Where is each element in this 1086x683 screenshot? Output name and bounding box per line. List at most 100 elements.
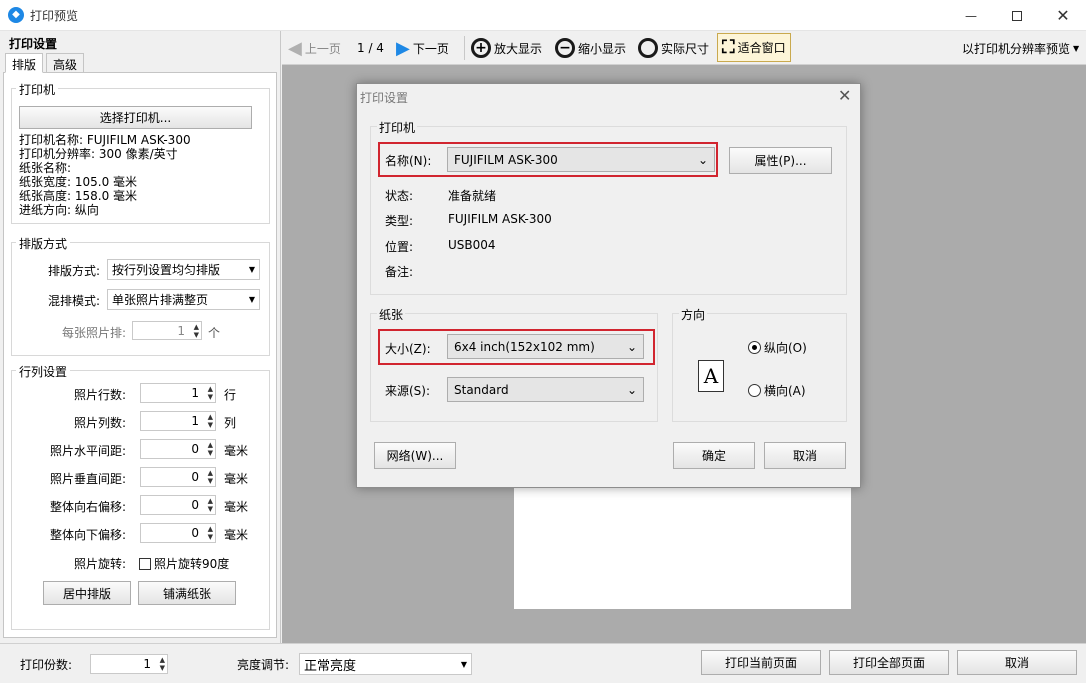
actual-size-button[interactable]: 实际尺寸 bbox=[638, 35, 709, 61]
chevron-down-icon: ⌄ bbox=[697, 152, 708, 167]
printer-info: 打印机名称: FUJIFILM ASK-300 打印机分辨率: 300 像素/英… bbox=[19, 133, 191, 217]
offset-right-unit: 毫米 bbox=[224, 500, 249, 514]
fit-window-button[interactable]: ⛶ 适合窗口 bbox=[717, 33, 791, 62]
per-photo-label: 每张照片排: bbox=[61, 326, 126, 340]
chevron-down-icon: ⌄ bbox=[626, 382, 637, 397]
tab-advanced[interactable]: 高级 bbox=[46, 53, 85, 73]
landscape-radio[interactable]: 横向(A) bbox=[748, 382, 806, 399]
layout-group-label: 排版方式 bbox=[16, 235, 71, 252]
offset-down-stepper[interactable]: 0 ▲ ▼ bbox=[140, 523, 216, 543]
rows-unit: 行 bbox=[224, 388, 237, 402]
maximize-button[interactable] bbox=[994, 0, 1040, 31]
stepper-arrows-icon: ▲ ▼ bbox=[207, 385, 213, 401]
per-photo-value: 1 bbox=[177, 323, 185, 338]
zoom-in-label: 放大显示 bbox=[494, 41, 543, 56]
prev-page-button[interactable]: ◀ 上一页 bbox=[288, 35, 341, 61]
dialog-cancel-button[interactable]: 取消 bbox=[764, 442, 846, 469]
ok-button[interactable]: 确定 bbox=[673, 442, 755, 469]
offset-down-value: 0 bbox=[191, 526, 199, 540]
select-printer-button[interactable]: 选择打印机... bbox=[19, 106, 252, 129]
v-spacing-value: 0 bbox=[191, 470, 199, 484]
h-spacing-stepper[interactable]: 0 ▲ ▼ bbox=[140, 439, 216, 459]
brightness-select[interactable]: 正常亮度 ▼ bbox=[299, 653, 472, 675]
v-spacing-stepper[interactable]: 0 ▲ ▼ bbox=[140, 467, 216, 487]
paper-size-label: 大小(Z): bbox=[385, 342, 431, 356]
printer-info-name: 打印机名称: FUJIFILM ASK-300 bbox=[19, 133, 191, 147]
portrait-page-icon: A bbox=[698, 360, 724, 392]
dialog-title: 打印设置 bbox=[360, 91, 409, 105]
next-page-button[interactable]: ▶ 下一页 bbox=[396, 35, 449, 61]
portrait-label: 纵向(O) bbox=[764, 341, 807, 355]
dialog-close-button[interactable]: ✕ bbox=[838, 86, 851, 105]
rows-stepper[interactable]: 1 ▲ ▼ bbox=[140, 383, 216, 403]
page-indicator: 1 / 4 bbox=[357, 41, 384, 55]
print-current-button[interactable]: 打印当前页面 bbox=[701, 650, 821, 675]
location-value: USB004 bbox=[448, 238, 496, 252]
portrait-radio[interactable]: 纵向(O) bbox=[748, 339, 807, 356]
printer-info-paper-name: 纸张名称: bbox=[19, 161, 72, 175]
maximize-icon bbox=[1012, 10, 1022, 21]
rows-value: 1 bbox=[191, 386, 199, 400]
printer-info-paper-height: 纸张高度: 158.0 毫米 bbox=[19, 189, 138, 203]
stepper-arrows-icon: ▲ ▼ bbox=[193, 323, 199, 339]
paper-source-value: Standard bbox=[454, 382, 509, 397]
offset-down-unit: 毫米 bbox=[224, 528, 249, 542]
actual-size-label: 实际尺寸 bbox=[661, 41, 710, 56]
zoom-in-button[interactable]: + 放大显示 bbox=[471, 35, 542, 61]
cancel-button[interactable]: 取消 bbox=[957, 650, 1077, 675]
paper-source-label: 来源(S): bbox=[385, 384, 431, 398]
paper-source-select[interactable]: Standard ⌄ bbox=[447, 377, 644, 402]
type-label: 类型: bbox=[385, 214, 414, 228]
network-button[interactable]: 网络(W)... bbox=[374, 442, 456, 469]
stepper-arrows-icon: ▲ ▼ bbox=[207, 441, 213, 457]
chevron-down-icon: ▼ bbox=[460, 659, 467, 669]
cols-unit: 列 bbox=[224, 416, 237, 430]
layout-mode-value: 按行列设置均匀排版 bbox=[112, 263, 221, 277]
close-button[interactable]: ✕ bbox=[1040, 0, 1086, 31]
paper-group-label: 纸张 bbox=[377, 306, 406, 323]
stepper-arrows-icon: ▲ ▼ bbox=[159, 656, 165, 672]
copies-stepper[interactable]: 1 ▲ ▼ bbox=[90, 654, 168, 674]
magnifier-icon bbox=[638, 38, 658, 58]
layout-mode-select[interactable]: 按行列设置均匀排版 ▼ bbox=[107, 259, 260, 280]
settings-header: 打印设置 bbox=[9, 37, 58, 51]
resolution-preview-dropdown[interactable]: 以打印机分辨率预览 ▼ bbox=[962, 35, 1079, 61]
zoom-in-icon: + bbox=[471, 38, 491, 58]
title-bar bbox=[0, 0, 1086, 31]
grid-group-label: 行列设置 bbox=[16, 363, 71, 380]
paper-size-select[interactable]: 6x4 inch(152x102 mm) ⌄ bbox=[447, 334, 644, 359]
print-all-button[interactable]: 打印全部页面 bbox=[829, 650, 949, 675]
minimize-button[interactable]: — bbox=[948, 0, 994, 31]
fill-paper-button[interactable]: 铺满纸张 bbox=[138, 581, 236, 605]
mix-mode-select[interactable]: 单张照片排满整页 ▼ bbox=[107, 289, 260, 310]
zoom-out-button[interactable]: − 缩小显示 bbox=[555, 35, 626, 61]
rotate-label: 照片旋转: bbox=[73, 557, 126, 571]
offset-down-label: 整体向下偏移: bbox=[49, 528, 126, 542]
orientation-group-label: 方向 bbox=[679, 306, 708, 323]
h-spacing-unit: 毫米 bbox=[224, 444, 249, 458]
toolbar-divider bbox=[464, 36, 465, 60]
preview-page bbox=[514, 486, 851, 609]
checkbox-icon bbox=[139, 557, 151, 570]
per-photo-stepper[interactable]: 1 ▲ ▼ bbox=[132, 321, 202, 340]
chevron-down-icon: ▼ bbox=[248, 265, 255, 274]
printer-info-resolution: 打印机分辨率: 300 像素/英寸 bbox=[19, 147, 178, 161]
properties-button[interactable]: 属性(P)... bbox=[729, 147, 832, 174]
offset-right-label: 整体向右偏移: bbox=[49, 500, 126, 514]
status-value: 准备就绪 bbox=[448, 189, 497, 203]
chevron-down-icon: ⌄ bbox=[626, 339, 637, 354]
brightness-label: 亮度调节: bbox=[237, 658, 290, 672]
center-layout-button[interactable]: 居中排版 bbox=[43, 581, 131, 605]
rotate-checkbox[interactable]: 照片旋转90度 bbox=[139, 555, 229, 572]
cols-stepper[interactable]: 1 ▲ ▼ bbox=[140, 411, 216, 431]
chevron-down-icon: ▼ bbox=[248, 295, 255, 304]
printer-name-select[interactable]: FUJIFILM ASK-300 ⌄ bbox=[447, 147, 715, 172]
fit-window-icon: ⛶ bbox=[722, 37, 735, 58]
offset-right-stepper[interactable]: 0 ▲ ▼ bbox=[140, 495, 216, 515]
tab-layout[interactable]: 排版 bbox=[5, 53, 44, 73]
cols-label: 照片列数: bbox=[73, 416, 126, 430]
caret-down-icon: ▼ bbox=[1073, 43, 1080, 53]
app-logo-icon: ◆ bbox=[8, 7, 24, 23]
landscape-label: 横向(A) bbox=[764, 384, 806, 398]
copies-value: 1 bbox=[143, 657, 151, 671]
